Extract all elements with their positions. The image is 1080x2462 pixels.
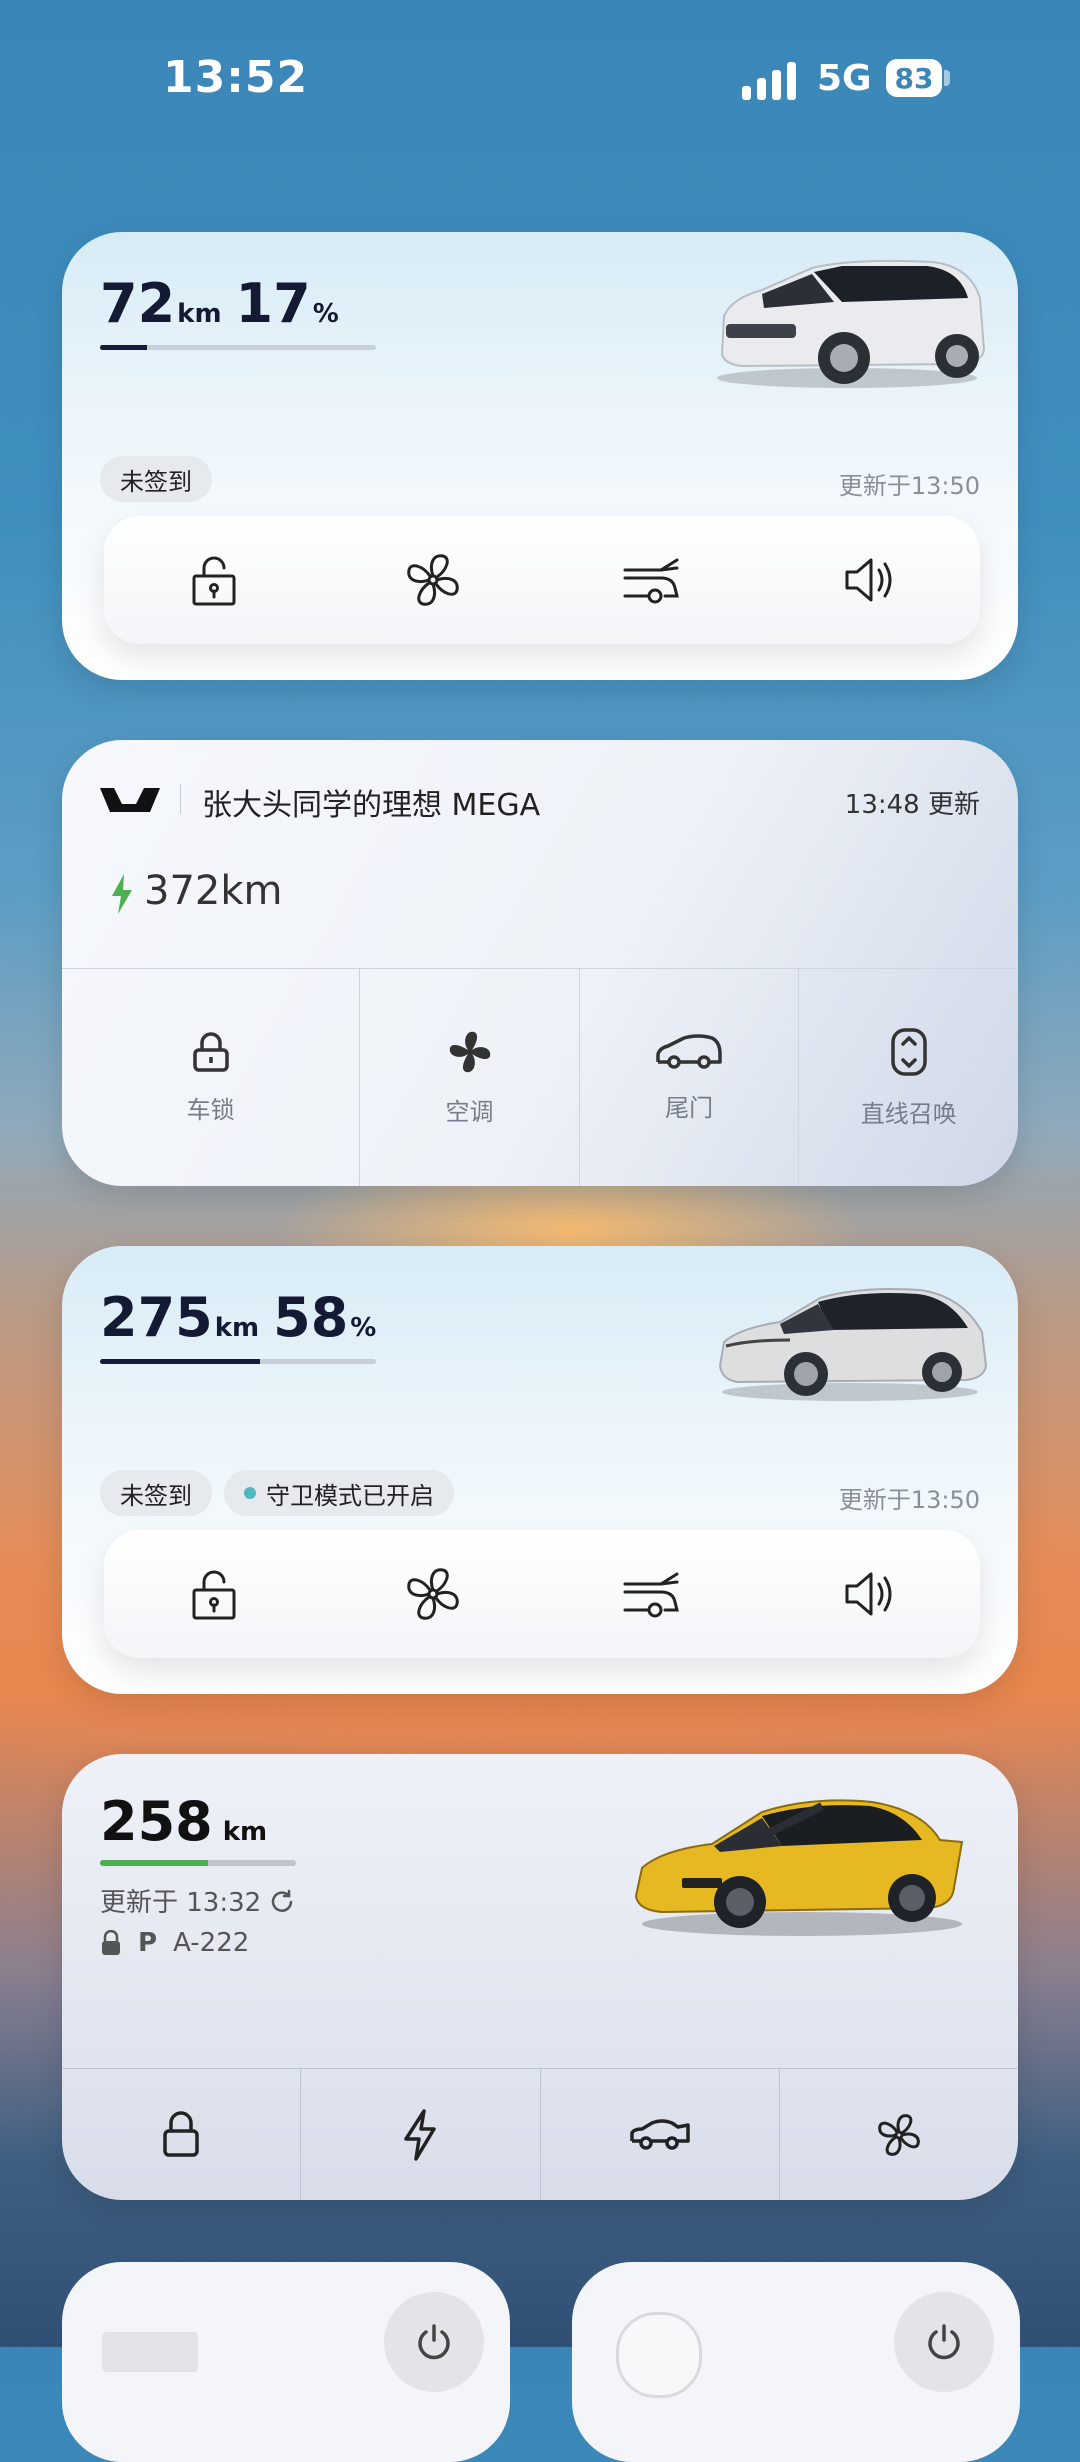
range-value: 258 [100, 1790, 213, 1853]
horn-icon [845, 558, 891, 602]
title-divider [180, 784, 181, 814]
vehicle-widget-4[interactable]: 258 km 更新于 13:32 P A-222 [62, 1754, 1018, 2200]
range-unit: km [214, 1313, 260, 1343]
updated-time: 更新于 13:32 [100, 1888, 262, 1918]
lock-control[interactable] [62, 2069, 300, 2200]
climate-button[interactable] [383, 1544, 483, 1644]
horn-icon [845, 1572, 891, 1616]
range-readout: 258 km [100, 1790, 267, 1853]
tailgate-icon [623, 1572, 679, 1618]
fan-icon [406, 554, 459, 606]
range-unit: km [222, 1817, 268, 1847]
tailgate-button[interactable] [602, 530, 702, 630]
updated-time: 更新于13:50 [838, 472, 980, 500]
status-row: P A-222 [100, 1928, 249, 1958]
lock-label: 车锁 [186, 1096, 235, 1124]
widget-bottom-left[interactable] [62, 2262, 510, 2462]
battery-unit: % [350, 1313, 377, 1343]
updated-time: 更新于13:50 [838, 1486, 980, 1514]
lock-icon [192, 1570, 235, 1620]
battery-value: 17 [235, 272, 311, 335]
fan-icon [878, 2113, 920, 2156]
sentry-mode-label: 守卫模式已开启 [266, 1481, 434, 1510]
power-icon [418, 2324, 450, 2360]
battery-value: 58 [273, 1286, 349, 1349]
range-value: 372km [144, 868, 283, 914]
tailgate-button[interactable] [602, 1544, 702, 1644]
tailgate-label: 尾门 [665, 1094, 714, 1122]
tailgate-control[interactable]: 尾门 [578, 969, 799, 1186]
control-grid: 车锁 空调 尾门 直线召唤 [62, 969, 1018, 1186]
fan-icon [406, 1568, 459, 1620]
range-value: 72 [100, 272, 176, 335]
vehicle-widget-3[interactable]: 275 km 58 % 未签到 守卫模式已开启 更新于13:50 [62, 1246, 1018, 1694]
vehicle-widget-mega[interactable]: 张大头同学的理想 MEGA 13:48 更新 372km 车锁 空调 尾门 直线… [62, 740, 1018, 1186]
status-ring [616, 2312, 702, 2398]
vehicle-widget-1[interactable]: 72 km 17 % 未签到 更新于13:50 [62, 232, 1018, 680]
car-rear-icon [656, 1034, 722, 1069]
refresh-icon[interactable] [269, 1888, 295, 1914]
updated-row: 更新于 13:32 [100, 1882, 295, 1919]
battery-progress [100, 345, 376, 350]
sentry-mode-badge[interactable]: 守卫模式已开启 [224, 1470, 454, 1516]
brand-logo-icon [100, 788, 160, 812]
bolt-icon [404, 2108, 437, 2161]
battery-progress [100, 1359, 376, 1364]
horn-button[interactable] [821, 1544, 921, 1644]
control-grid [62, 2069, 1018, 2200]
trunk-icon [629, 2118, 690, 2150]
charging-control[interactable] [300, 2069, 539, 2200]
lock-icon [102, 1930, 120, 1955]
summon-control[interactable]: 直线召唤 [798, 969, 1018, 1186]
plate-number: A-222 [173, 1928, 250, 1958]
battery-unit: % [312, 299, 339, 329]
fan-icon [449, 1031, 490, 1073]
trunk-control[interactable] [539, 2069, 779, 2200]
range-battery-readout: 72 km 17 % [100, 272, 339, 335]
climate-button[interactable] [383, 530, 483, 630]
network-type: 5G [817, 58, 872, 99]
updated-time: 13:48 更新 [844, 790, 980, 820]
status-time: 13:52 [163, 52, 309, 103]
lock-button[interactable] [164, 530, 264, 630]
battery-tip [944, 70, 950, 86]
lock-button[interactable] [164, 1544, 264, 1644]
lock-control[interactable]: 车锁 [62, 969, 359, 1186]
summon-label: 直线召唤 [860, 1100, 957, 1128]
signal-icon [742, 60, 796, 100]
power-icon [928, 2324, 960, 2360]
sedan-car-image [718, 1288, 988, 1401]
vehicle-thumbnail [102, 2332, 198, 2372]
power-button[interactable] [384, 2292, 484, 2392]
range-value: 275 [100, 1286, 213, 1349]
climate-control[interactable]: 空调 [359, 969, 579, 1186]
power-button[interactable] [894, 2292, 994, 2392]
climate-label: 空调 [445, 1098, 494, 1126]
checkin-badge[interactable]: 未签到 [100, 1470, 212, 1516]
charging-bolt-icon [112, 874, 132, 914]
lock-icon [192, 1032, 229, 1072]
climate-control[interactable] [778, 2069, 1018, 2200]
summon-icon [890, 1028, 927, 1076]
vehicle-name: 张大头同学的理想 MEGA [202, 788, 541, 823]
range-battery-readout: 275 km 58 % [100, 1286, 376, 1349]
control-panel [104, 516, 980, 644]
lock-icon [192, 556, 235, 606]
battery-icon: 83 [886, 59, 942, 97]
widget-bottom-right[interactable] [572, 2262, 1020, 2462]
lock-icon [163, 2110, 199, 2157]
tailgate-icon [623, 558, 679, 604]
control-panel [104, 1530, 980, 1658]
gear-indicator: P [138, 1928, 158, 1958]
battery-progress [100, 1860, 296, 1866]
horn-button[interactable] [821, 530, 921, 630]
suv-car-image [717, 259, 986, 388]
range-unit: km [177, 299, 222, 329]
sports-car-image [634, 1799, 964, 1936]
sentry-status-dot [244, 1487, 256, 1499]
checkin-badge[interactable]: 未签到 [100, 456, 212, 502]
